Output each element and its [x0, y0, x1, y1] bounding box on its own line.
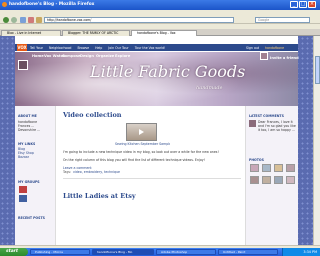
- taskbar-item-paint[interactable]: Untitled - Paint: [218, 249, 278, 255]
- video-thumbnail[interactable]: [126, 123, 157, 141]
- blog-nav-organize[interactable]: Organize: [96, 54, 114, 58]
- groups-heading: MY GROUPS: [18, 180, 40, 184]
- about-line: Devonshire ...: [18, 128, 41, 132]
- photo-thumbnail[interactable]: [262, 176, 271, 184]
- post-body: I'm going to include a new technique vid…: [63, 150, 219, 154]
- window-title-bar: handofbone's Blog - Mozilla Firefox _ □ …: [0, 0, 320, 10]
- blog-nav-explore[interactable]: Explore: [115, 54, 130, 58]
- vertical-scrollbar[interactable]: [313, 36, 320, 245]
- group-thumbnail[interactable]: [19, 195, 27, 202]
- taskbar-item-firefox[interactable]: handofbone's Blog - Mo: [92, 249, 154, 255]
- photo-thumbnail[interactable]: [274, 164, 283, 172]
- system-tray-clock: 3:34 PM: [282, 248, 320, 256]
- taskbar-item-publishing[interactable]: Publishing - Micros: [30, 249, 90, 255]
- links-heading: MY LINKS: [18, 142, 36, 146]
- address-bar[interactable]: http://handofbone.vox.com/: [44, 17, 234, 23]
- divider: [63, 178, 241, 179]
- maximize-button[interactable]: □: [299, 1, 307, 8]
- photos-heading: PHOTOS: [249, 158, 264, 162]
- blog-nav-design[interactable]: Design: [80, 54, 94, 58]
- comment-text: Dear Frances, I love it and I'm so glad …: [258, 120, 296, 132]
- tab-label: Blox - Live in Internet: [7, 31, 42, 35]
- photo-thumbnail[interactable]: [250, 176, 259, 184]
- account-name[interactable]: handofbone: [265, 46, 284, 50]
- stop-icon[interactable]: [28, 17, 34, 23]
- photo-thumbnail[interactable]: [286, 164, 295, 172]
- right-sidebar: LATEST COMMENTS Dear Frances, I love it …: [245, 106, 298, 245]
- vox-nav-tell[interactable]: Tell Your: [30, 46, 43, 50]
- group-thumbnail[interactable]: [19, 186, 27, 193]
- vox-nav: Tell Your Neighborhood Browse Help Join …: [30, 46, 170, 50]
- forward-icon[interactable]: [11, 17, 17, 23]
- minimize-button[interactable]: _: [290, 1, 298, 8]
- photo-thumbnail[interactable]: [274, 176, 283, 184]
- tab-label: Blogger: THE FAMILY OF ARCTIC: [68, 31, 119, 35]
- link-bazaar[interactable]: Bazaar: [18, 155, 29, 159]
- recent-heading: RECENT POSTS: [18, 216, 45, 220]
- firefox-icon: [2, 2, 7, 7]
- about-heading: ABOUT ME: [18, 114, 37, 118]
- commenter-avatar[interactable]: [249, 120, 256, 127]
- tab-label: handofbone's Blog - Vox: [137, 31, 176, 35]
- photo-thumbnail[interactable]: [262, 164, 271, 172]
- vox-nav-help[interactable]: Help: [95, 46, 102, 50]
- invite-avatar: [260, 52, 268, 60]
- post-title[interactable]: Little Ladies at Etsy: [63, 192, 136, 200]
- left-sidebar: ABOUT ME handofbone Frances ... Devonshi…: [15, 106, 56, 245]
- sign-out-link[interactable]: Sign out: [246, 46, 259, 50]
- photo-thumbnail[interactable]: [286, 176, 295, 184]
- vox-nav-tour[interactable]: Join Our Tour: [108, 46, 128, 50]
- blog-nav-home[interactable]: Home: [32, 54, 44, 58]
- invite-friend-link[interactable]: Invite a friend: [270, 56, 299, 60]
- photo-thumbnail[interactable]: [250, 164, 259, 172]
- vox-nav-neighborhood[interactable]: Neighborhood: [49, 46, 71, 50]
- start-button[interactable]: start: [0, 248, 28, 256]
- post-title[interactable]: Video collection: [63, 111, 122, 119]
- vox-nav-browse[interactable]: Browse: [77, 46, 89, 50]
- close-button[interactable]: ×: [308, 1, 316, 8]
- tags-label: Tags:: [63, 170, 72, 174]
- avatar[interactable]: [18, 60, 28, 70]
- window-title: handofbone's Blog - Mozilla Firefox: [9, 2, 95, 7]
- scrollbar-thumb[interactable]: [315, 56, 320, 84]
- comments-heading: LATEST COMMENTS: [249, 114, 284, 118]
- play-icon[interactable]: [139, 129, 144, 135]
- blog-subtitle: handmade: [196, 85, 223, 91]
- post-body: On the right column of this blog you wil…: [63, 158, 205, 162]
- video-caption[interactable]: Sewing Kitchen September Sampler: [115, 142, 170, 146]
- main-column: Video collection Sewing Kitchen Septembe…: [60, 106, 243, 245]
- vox-nav-tour-world[interactable]: Tour the Vox world!: [135, 46, 166, 50]
- blog-nav-compose[interactable]: Compose: [62, 54, 80, 58]
- reload-icon[interactable]: [20, 17, 26, 23]
- taskbar-item-photoshop[interactable]: Adobe Photoshop: [156, 249, 216, 255]
- blog-title: Little Fabric Goods: [90, 62, 246, 81]
- home-icon[interactable]: [36, 17, 42, 23]
- search-input[interactable]: Google: [255, 17, 310, 23]
- vox-logo[interactable]: VOX: [17, 44, 27, 51]
- tags-list[interactable]: video, embroidery, technique: [73, 170, 120, 174]
- back-icon[interactable]: [3, 17, 9, 23]
